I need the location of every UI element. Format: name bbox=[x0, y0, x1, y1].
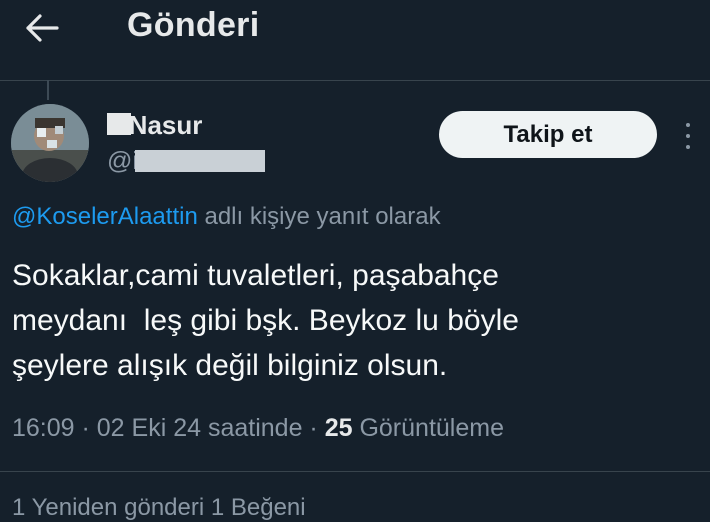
name-redaction bbox=[107, 113, 131, 135]
avatar[interactable] bbox=[11, 104, 89, 182]
follow-button[interactable]: Takip et bbox=[439, 111, 657, 158]
reply-to-suffix: adlı kişiye yanıt olarak bbox=[197, 203, 441, 230]
page-title: Gönderi bbox=[127, 6, 260, 44]
views-label: Görüntüleme bbox=[352, 414, 504, 442]
tweet-time[interactable]: 16:09 bbox=[12, 414, 75, 442]
more-vertical-icon-dot bbox=[686, 123, 690, 127]
meta-separator: · bbox=[302, 414, 325, 442]
arrow-left-icon bbox=[26, 14, 59, 42]
tweet-text: Sokaklar,cami tuvaletleri, paşabahçe mey… bbox=[12, 259, 519, 382]
tweet-date[interactable]: 02 Eki 24 saatinde bbox=[97, 414, 303, 442]
views-count: 25 bbox=[324, 414, 353, 442]
tweet-meta: 16:09 · 02 Eki 24 saatinde · 25 Görüntül… bbox=[12, 414, 504, 443]
back-button[interactable] bbox=[20, 8, 64, 48]
meta-separator: · bbox=[74, 414, 97, 442]
engagement-stats[interactable]: 1 Yeniden gönderi 1 Beğeni bbox=[12, 494, 306, 522]
more-vertical-icon-dot bbox=[686, 134, 690, 138]
stats-divider bbox=[0, 471, 710, 472]
more-options-button[interactable] bbox=[678, 118, 698, 154]
handle-redaction bbox=[135, 150, 265, 172]
thread-connector bbox=[47, 80, 49, 100]
more-vertical-icon-dot bbox=[686, 145, 690, 149]
reply-context: @KoselerAlaattin adlı kişiye yanıt olara… bbox=[12, 203, 441, 231]
avatar-image bbox=[11, 104, 89, 182]
top-bar: Gönderi bbox=[0, 0, 710, 80]
reply-to-link[interactable]: @KoselerAlaattin bbox=[12, 203, 198, 230]
header-divider bbox=[0, 80, 710, 81]
